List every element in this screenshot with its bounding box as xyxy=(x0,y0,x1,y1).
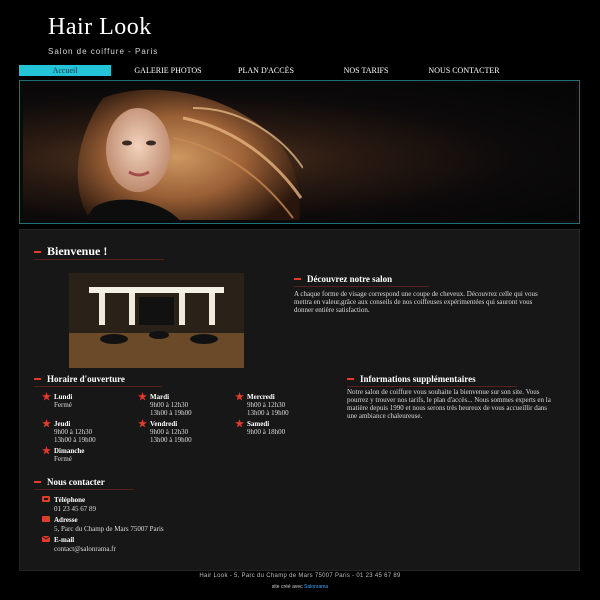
hours-day-jeudi: Jeudi 9h00 à 12h30 13h00 à 19h00 xyxy=(42,419,96,444)
discover-text: A chaque forme de visage correspond une … xyxy=(294,290,538,314)
heading-dash-icon xyxy=(347,378,354,380)
discover-heading: Découvrez notre salon xyxy=(294,274,392,284)
hours-day-mardi: Mardi 9h00 à 12h30 13h00 à 19h00 xyxy=(138,392,192,417)
star-icon xyxy=(42,446,51,455)
star-icon xyxy=(235,392,244,401)
credit-prefix: site créé avec xyxy=(271,584,303,590)
salon-photo xyxy=(69,273,244,368)
nav-item-galerie-photos[interactable]: GALERIE PHOTOS xyxy=(126,65,210,76)
address-icon xyxy=(42,516,50,522)
nav-item-accueil[interactable]: Accueil xyxy=(19,65,111,76)
hours-day-lundi: Lundi Fermé xyxy=(42,392,72,409)
site-logo[interactable]: Hair Look Salon de coiffure - Paris xyxy=(48,14,158,56)
star-icon xyxy=(138,392,147,401)
hours-heading: Horaire d'ouverture xyxy=(34,374,125,384)
hours-day-samedi: Samedi 9h00 à 18h00 xyxy=(235,419,285,436)
info-heading: Informations supplémentaires xyxy=(347,374,476,384)
phone-icon xyxy=(42,496,50,502)
main-nav: Accueil GALERIE PHOTOS PLAN D'ACCÈS NOS … xyxy=(19,65,580,76)
hours-day-vendredi: Vendredi 9h00 à 12h30 13h00 à 19h00 xyxy=(138,419,192,444)
contact-heading: Nous contacter xyxy=(34,477,105,487)
hours-day-mercredi: Mercredi 9h00 à 12h30 13h00 à 19h00 xyxy=(235,392,289,417)
model-portrait-image xyxy=(77,89,303,220)
nav-item-plan-acces[interactable]: PLAN D'ACCÈS xyxy=(222,65,310,76)
footer-credit: site créé avec Salonrama xyxy=(0,584,600,590)
nav-item-nous-contacter[interactable]: NOUS CONTACTER xyxy=(418,65,510,76)
divider xyxy=(347,386,517,387)
hero-image xyxy=(23,84,576,220)
star-icon xyxy=(42,392,51,401)
site-title: Hair Look xyxy=(48,14,152,40)
nav-item-nos-tarifs[interactable]: NOS TARIFS xyxy=(328,65,404,76)
divider xyxy=(34,489,134,490)
main-content: Bienvenue ! Découvrez notre salon A chaq… xyxy=(19,229,580,571)
email-icon xyxy=(42,536,50,542)
divider xyxy=(34,386,162,387)
divider xyxy=(34,259,164,260)
info-text: Notre salon de coiffure vous souhaite la… xyxy=(347,388,551,420)
star-icon xyxy=(235,419,244,428)
site-subtitle: Salon de coiffure - Paris xyxy=(48,47,159,56)
credit-link[interactable]: Salonrama xyxy=(304,584,328,590)
heading-dash-icon xyxy=(294,278,301,280)
welcome-heading: Bienvenue ! xyxy=(34,244,107,259)
contact-address: Adresse 5, Parc du Champ de Mars 75007 P… xyxy=(42,516,164,534)
contact-phone: Téléphone 01 23 45 67 89 xyxy=(42,496,96,514)
contact-email[interactable]: E-mail contact@salonrama.fr xyxy=(42,536,116,554)
star-icon xyxy=(138,419,147,428)
heading-dash-icon xyxy=(34,250,41,253)
heading-dash-icon xyxy=(34,378,41,380)
hero-banner xyxy=(19,80,580,224)
divider xyxy=(294,286,429,287)
footer-text: Hair Look - 5, Parc du Champ de Mars 750… xyxy=(199,573,401,579)
star-icon xyxy=(42,419,51,428)
salon-interior-image xyxy=(69,273,244,368)
hours-day-dimanche: Dimanche Fermé xyxy=(42,446,84,463)
heading-dash-icon xyxy=(34,481,41,483)
